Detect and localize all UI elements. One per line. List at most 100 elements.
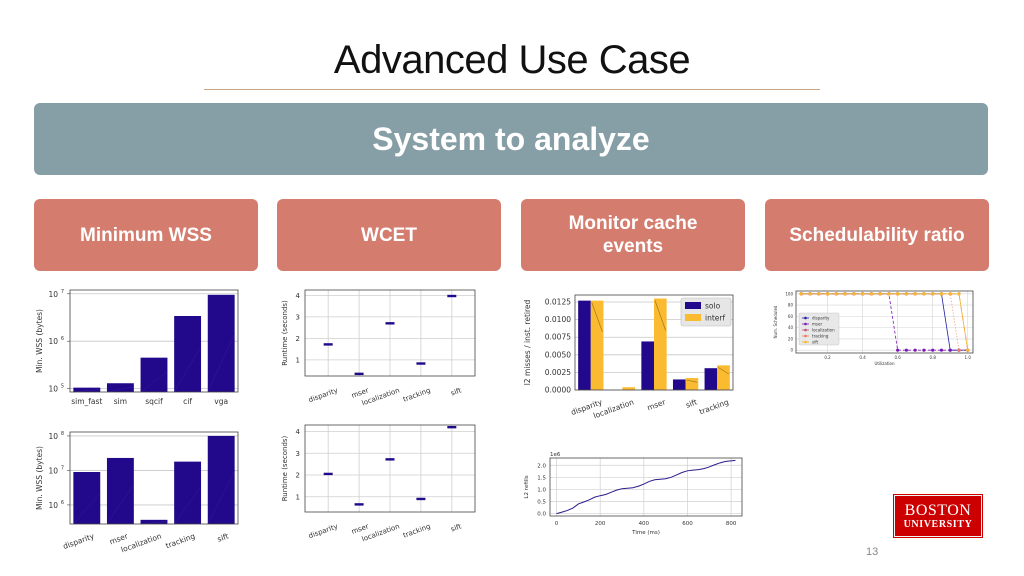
offset-label: 1e6 <box>550 452 561 458</box>
x-tick-label: tracking <box>698 397 730 416</box>
x-tick-label: 400 <box>639 521 650 527</box>
y-tick-label: 0.0125 <box>545 298 571 307</box>
y-tick-label: 4 <box>296 292 301 300</box>
legend-label: disparity <box>812 315 830 320</box>
x-tick-label: sift <box>450 386 463 397</box>
legend-label: tracking <box>812 333 829 338</box>
x-tick-label: sqcif <box>145 397 163 406</box>
point-sift <box>869 292 873 296</box>
x-tick-label: cif <box>183 397 192 406</box>
chart-wcet-2: 1 2 3 4 disparity mser localization tracking sif… <box>275 417 490 547</box>
x-tick-label: 800 <box>726 521 737 527</box>
bar-disparity <box>73 472 101 524</box>
y-tick-exponent: 7 <box>61 289 64 295</box>
bar-interf-localization <box>622 387 636 390</box>
y-tick-label: 40 <box>788 325 794 330</box>
chart-wcet-1: 1 2 3 4 disparity mser localization tracking sif… <box>275 282 490 412</box>
chart-cache-misses: 0.0000 0.0025 0.0050 0.0075 0.0100 0.0125 disp… <box>518 290 748 420</box>
point-sift <box>904 292 909 296</box>
x-tick-label: disparity <box>307 386 338 404</box>
bar-vga <box>207 294 235 392</box>
y-axis-label: L2 refills <box>524 475 530 498</box>
x-tick-label: 0.8 <box>930 355 937 360</box>
legend-label: mser <box>812 321 822 326</box>
point-sift <box>896 292 900 296</box>
x-tick-label: vga <box>214 397 228 406</box>
box-tracking <box>416 362 426 365</box>
x-tick-label: 200 <box>595 521 606 527</box>
y-tick-label: 10 <box>48 466 58 475</box>
y-tick-label: 60 <box>788 314 794 319</box>
slide-title: Advanced Use Case <box>333 38 691 82</box>
y-tick-label: 3 <box>296 313 300 321</box>
y-tick-label: 0.0000 <box>545 386 571 395</box>
y-tick-exponent: 5 <box>61 384 64 390</box>
x-axis-label: Time (ms) <box>631 530 660 536</box>
bar-mser <box>106 457 134 524</box>
point-mser <box>948 348 952 352</box>
point-tracking <box>957 348 961 352</box>
bar-solo-tracking <box>704 368 718 390</box>
x-tick-label: disparity <box>62 531 96 551</box>
point-sift <box>948 292 952 296</box>
card-monitor-cache: Monitor cache events <box>521 199 745 271</box>
y-tick-label: 0.0025 <box>545 368 571 377</box>
chart-wss-benchmarks: 10 6 10 7 10 8 disparity mser localization tracki… <box>30 424 250 554</box>
x-tick-label: tracking <box>164 531 196 550</box>
bar-interf-mser <box>654 298 667 390</box>
y-axis-label: Min. WSS (bytes) <box>35 309 44 373</box>
y-tick-exponent: 7 <box>61 465 64 471</box>
y-tick-label: 1 <box>296 356 300 364</box>
legend-swatch-solo <box>685 302 701 309</box>
y-axis-label: l2 misses / inst. retired <box>523 299 532 385</box>
point-sift <box>860 292 865 296</box>
x-tick-label: sift <box>216 531 230 543</box>
y-tick-exponent: 6 <box>61 500 64 506</box>
box-disparity <box>323 472 333 476</box>
bar-interf-sift <box>685 378 699 390</box>
y-tick-label: 1.5 <box>537 475 546 481</box>
point-mser <box>939 348 944 352</box>
legend-swatch-interf <box>685 314 701 321</box>
x-axis-label: Utilization <box>874 361 895 366</box>
chart-wss-resolutions: 10 5 10 6 10 7 sim_fast sim sqcif cif vga Min. WSS … <box>30 282 250 412</box>
title-divider <box>204 89 820 90</box>
y-tick-label: 10 <box>48 385 58 394</box>
point-sift <box>825 292 830 296</box>
x-tick-label: tracking <box>402 522 432 539</box>
y-tick-label: 4 <box>296 428 301 436</box>
y-tick-label: 0.0 <box>537 512 546 518</box>
banner-label: System to analyze <box>372 120 650 157</box>
bar-interf-tracking <box>717 365 730 390</box>
card-label: WCET <box>361 224 417 246</box>
legend-marker-sift <box>804 340 807 344</box>
legend-marker-tracking <box>804 334 807 338</box>
x-tick-label: sift <box>450 522 463 533</box>
y-tick-label: 0.0075 <box>545 333 571 342</box>
point-mser <box>896 348 900 352</box>
y-tick-label: 2 <box>296 472 300 480</box>
y-tick-label: 0 <box>790 348 793 353</box>
y-tick-label: 1 <box>296 493 300 501</box>
y-tick-exponent: 8 <box>61 431 64 437</box>
bar-solo-mser <box>641 341 654 390</box>
point-sift <box>957 292 961 296</box>
point-sift <box>817 292 821 296</box>
card-label: Monitor cache events <box>568 213 698 257</box>
x-tick-label: mser <box>646 397 668 412</box>
boston-university-logo: BOSTON UNIVERSITY <box>893 494 983 538</box>
y-tick-label: 0.0100 <box>545 315 571 324</box>
box-localization <box>385 458 395 461</box>
legend-marker-localization <box>804 328 807 332</box>
y-tick-label: 0.0050 <box>545 350 571 359</box>
point-sift <box>922 292 926 296</box>
point-sift <box>931 292 935 296</box>
y-tick-label: 3 <box>296 450 300 458</box>
legend-marker-mser <box>804 322 807 326</box>
y-tick-label: 10 <box>48 432 58 441</box>
box-tracking <box>416 497 426 501</box>
y-tick-exponent: 6 <box>61 336 64 342</box>
legend-marker-disparity <box>804 316 807 320</box>
point-mser <box>904 348 909 352</box>
bar-sift <box>207 435 235 524</box>
